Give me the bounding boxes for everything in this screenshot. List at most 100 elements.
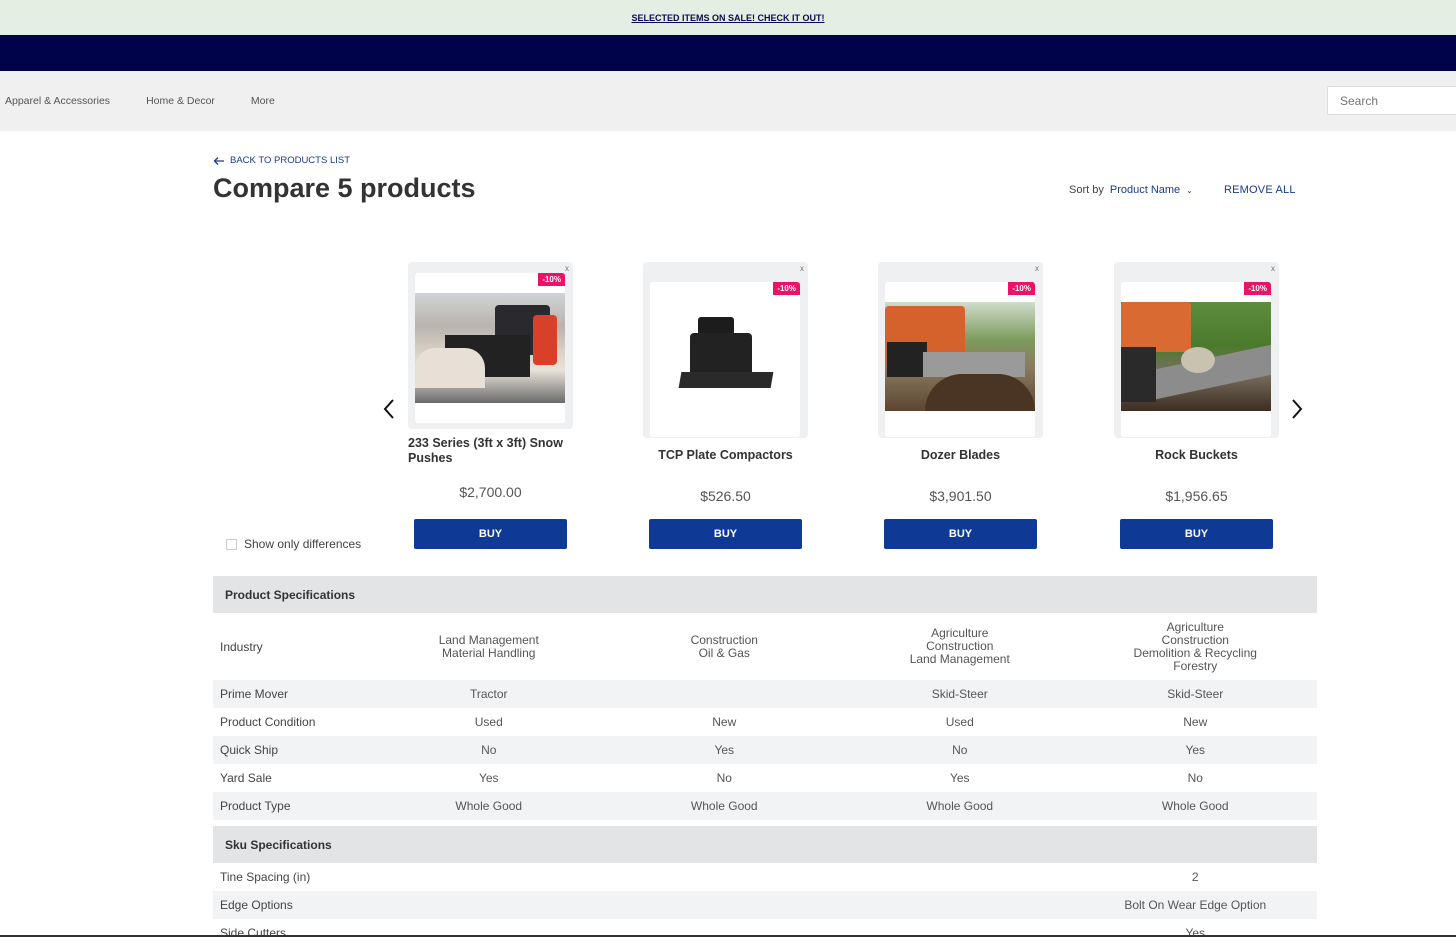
spec-label: Product Condition [220,715,316,729]
spec-row-quick-ship: Quick Ship No Yes No Yes [213,736,1317,764]
spec-label: Industry [220,639,263,654]
dozer-blade-photo [885,302,1035,411]
product-price: $1,956.65 [1165,488,1228,504]
spec-label: Product Type [220,799,291,813]
section-header: Product Specifications [213,576,1317,613]
spec-row-industry: Industry Land Management Material Handli… [213,613,1317,680]
spec-cell: Yes [714,742,735,757]
carousel-prev-button[interactable] [381,398,397,420]
product-name[interactable]: Rock Buckets [1114,448,1279,478]
nav-item-home-decor[interactable]: Home & Decor [146,95,215,107]
product-image-frame: x -10% [1114,262,1279,438]
chevron-down-icon: ⌄ [1186,185,1193,195]
product-name[interactable]: TCP Plate Compactors [643,448,808,478]
rock-bucket-photo [1121,302,1271,411]
nav-item-more[interactable]: More [251,95,275,107]
spec-label: Edge Options [220,898,293,912]
show-differences-checkbox[interactable] [226,538,237,550]
category-nav: Apparel & Accessories Home & Decor More [0,71,1456,131]
chevron-right-icon [1292,399,1303,419]
spec-label: Yard Sale [220,771,272,785]
remove-product-button[interactable]: x [1271,264,1275,273]
sale-badge: -10% [1008,282,1035,295]
spec-cell: Skid-Steer [931,686,988,701]
spec-row-product-type: Product Type Whole Good Whole Good Whole… [213,792,1317,820]
product-card: x -10% TCP Plate Compactors $526.50 [643,262,808,504]
back-to-products-link[interactable]: BACK TO PRODUCTS LIST [213,155,350,166]
spec-cell: Agriculture Construction Demolition & Re… [1133,619,1257,673]
sort-dropdown[interactable]: Product Name ⌄ [1110,184,1193,196]
spec-cell: Agriculture Construction Land Management [909,626,1010,666]
spec-cell: No [952,742,968,757]
spec-row-yard-sale: Yard Sale Yes No Yes No [213,764,1317,792]
spec-cell: New [712,714,737,729]
arrow-left-icon [213,156,224,165]
product-image-frame: x -10% [643,262,808,438]
page-title: Compare 5 products [213,173,476,203]
back-link-label: BACK TO PRODUCTS LIST [230,155,351,166]
spec-cell: Yes [478,770,499,785]
spec-cell: 2 [1191,869,1199,884]
sale-badge: -10% [538,273,565,286]
spec-cell: Land Management Material Handling [438,632,539,660]
nav-item-apparel[interactable]: Apparel & Accessories [5,95,110,107]
sale-badge: -10% [773,282,800,295]
spec-cell: Yes [1185,742,1206,757]
remove-product-button[interactable]: x [1035,264,1039,273]
sort-label: Sort by [1069,184,1104,196]
spec-cell: Bolt On Wear Edge Option [1124,897,1267,912]
spec-cell: Yes [1185,925,1206,940]
spec-row-prime-mover: Prime Mover Tractor Skid-Steer Skid-Stee… [213,680,1317,708]
product-card: x -10% 233 Series (3ft x 3ft) Snow Pushe… [408,262,573,500]
sort-value: Product Name [1109,184,1181,196]
spec-cell: Whole Good [690,798,758,813]
product-name[interactable]: Dozer Blades [878,448,1043,478]
promo-link[interactable]: SELECTED ITEMS ON SALE! CHECK IT OUT! [631,13,824,23]
product-image-frame: x -10% [408,262,573,429]
spec-cell: Whole Good [455,798,523,813]
remove-product-button[interactable]: x [800,264,804,273]
search-input[interactable] [1327,86,1456,115]
spec-cell: Yes [949,770,970,785]
spec-cell: No [716,770,732,785]
chevron-left-icon [383,399,394,419]
buy-button[interactable]: BUY [884,519,1037,549]
spec-row-product-condition: Product Condition Used New Used New [213,708,1317,736]
show-differences-label: Show only differences [244,537,362,551]
buy-button[interactable]: BUY [414,519,567,549]
product-image[interactable]: -10% [885,282,1035,437]
buy-button[interactable]: BUY [1120,519,1273,549]
brand-header-bar [0,35,1456,71]
spec-label: Prime Mover [220,687,289,701]
spec-row-side-cutters: Side Cutters Yes [213,919,1317,947]
spec-cell: Construction Oil & Gas [690,632,758,660]
product-image[interactable]: -10% [1121,282,1271,437]
spec-row-tine-spacing: Tine Spacing (in) 2 [213,863,1317,891]
spec-cell: No [481,742,497,757]
spec-label: Tine Spacing (in) [220,870,311,884]
product-name[interactable]: 233 Series (3ft x 3ft) Snow Pushes [408,436,573,466]
sort-control: Sort by Product Name ⌄ [1069,184,1193,196]
product-image[interactable]: -10% [650,282,800,437]
spec-cell: Whole Good [1161,798,1229,813]
remove-all-button[interactable]: REMOVE ALL [1224,184,1296,196]
spec-cell: No [1187,770,1203,785]
product-card: x -10% Dozer Blades $3,901.50 [878,262,1043,504]
product-price: $2,700.00 [459,484,522,500]
remove-product-button[interactable]: x [565,264,569,273]
spec-label: Side Cutters [220,926,287,940]
spec-cell: Used [474,714,503,729]
product-spec-table: Product Specifications Industry Land Man… [213,576,1317,947]
product-card: x -10% Rock Buckets $1,956.65 [1114,262,1279,504]
spec-cell: Skid-Steer [1167,686,1224,701]
buy-button[interactable]: BUY [649,519,802,549]
sale-badge: -10% [1244,282,1271,295]
show-differences-toggle[interactable]: Show only differences [226,537,361,551]
spec-cell: Tractor [469,686,508,701]
product-image[interactable]: -10% [415,273,565,423]
section-header: Sku Specifications [213,826,1317,863]
plate-compactor-photo [650,317,800,397]
spec-cell: Used [945,714,974,729]
product-image-frame: x -10% [878,262,1043,438]
carousel-next-button[interactable] [1289,398,1305,420]
